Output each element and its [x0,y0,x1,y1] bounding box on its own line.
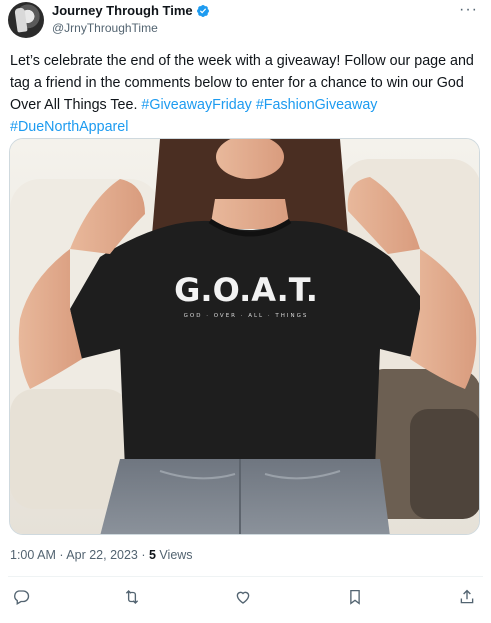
share-icon [460,589,474,604]
like-button[interactable] [232,586,254,608]
photo-woman-goat-tee: G.O.A.T. GOD · OVER · ALL · THINGS [10,139,479,534]
retweet-icon [125,590,139,604]
reply-icon [14,590,30,605]
divider [8,576,483,577]
reply-button[interactable] [10,586,32,608]
shirt-print-title: G.O.A.T. [174,271,318,309]
tweet-text: Let’s celebrate the end of the week with… [10,50,482,138]
views-label: Views [155,548,193,562]
more-options-icon[interactable]: ··· [459,1,478,19]
hashtag-link[interactable]: #DueNorthApparel [10,119,128,135]
tweet-card: Journey Through Time @JrnyThroughTime ··… [0,0,491,623]
avatar[interactable] [8,2,44,38]
tweet-date[interactable]: Apr 22, 2023 [66,548,138,562]
meta-separator: · [55,548,67,562]
views-count: 5 [149,548,156,562]
tweet-header: Journey Through Time @JrnyThroughTime ··… [8,0,484,40]
author-display-name[interactable]: Journey Through Time [52,3,193,18]
hashtag-link[interactable]: #GiveawayFriday [141,97,251,113]
share-button[interactable] [456,586,478,608]
like-icon [236,591,250,604]
tweet-media-image[interactable]: G.O.A.T. GOD · OVER · ALL · THINGS [9,138,480,535]
bookmark-icon [350,589,360,605]
author-name-row: Journey Through Time [52,3,210,18]
meta-separator: · [137,548,149,562]
shirt-print-subtitle: GOD · OVER · ALL · THINGS [184,313,309,319]
tweet-actions-bar [0,586,491,610]
tweet-time[interactable]: 1:00 AM [10,548,56,562]
retweet-button[interactable] [121,586,143,608]
verified-badge-icon [196,4,209,17]
author-handle[interactable]: @JrnyThroughTime [52,21,158,35]
hashtag-link[interactable]: #FashionGiveaway [256,97,378,113]
tweet-meta: 1:00 AM · Apr 22, 2023 · 5 Views [10,548,193,562]
bookmark-button[interactable] [344,586,366,608]
